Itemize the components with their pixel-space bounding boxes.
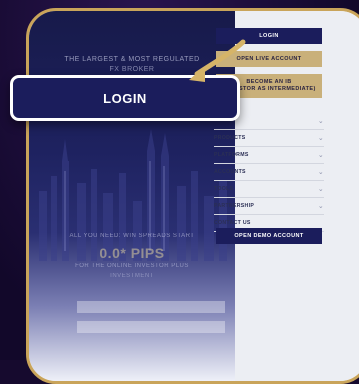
menu-item-platforms[interactable]: PLATFORMS ⌄ — [214, 147, 324, 164]
hero-subtext-2: FOR THE ONLINE INVESTOR PLUS — [75, 263, 189, 269]
menu-item-label: PRODUCTS — [214, 135, 246, 141]
menu-item-label: PARTNERSHIP — [214, 203, 255, 209]
menu-item-label: ACCOUNTS — [214, 169, 246, 175]
hero-input-placeholder — [77, 301, 225, 313]
menu-item-label: TOOLS — [214, 186, 234, 192]
menu-item-tools[interactable]: TOOLS ⌄ — [214, 181, 324, 198]
menu-item-accounts[interactable]: ACCOUNTS ⌄ — [214, 164, 324, 181]
chevron-down-icon: ⌄ — [317, 203, 324, 210]
hero-pips: 0.0* PIPS — [99, 245, 165, 261]
menu-item-label: PLATFORMS — [214, 152, 249, 158]
menu-item-partnership[interactable]: PARTNERSHIP ⌄ — [214, 198, 324, 215]
chevron-down-icon: ⌄ — [317, 135, 324, 142]
menu-item-label: CONTACT US — [214, 220, 251, 226]
side-menu: ⌄ PRODUCTS ⌄ PLATFORMS ⌄ ACCOUNTS ⌄ TOOL… — [214, 113, 324, 232]
hero-input-placeholder-2 — [77, 321, 225, 333]
chevron-down-icon: ⌄ — [317, 152, 324, 159]
chevron-down-icon: ⌄ — [317, 118, 324, 125]
curved-arrow-icon — [189, 39, 246, 82]
open-demo-account-button[interactable]: OPEN DEMO ACCOUNT — [216, 228, 322, 244]
chevron-down-icon: ⌄ — [317, 186, 324, 193]
hero-subtext-3: INVESTMENT — [110, 273, 154, 279]
hero-subtext: ALL YOU NEED: WIN SPREADS START — [69, 233, 195, 239]
city-skyline-image — [39, 129, 227, 261]
menu-item-products[interactable]: PRODUCTS ⌄ — [214, 130, 324, 147]
chevron-down-icon: ⌄ — [317, 169, 324, 176]
